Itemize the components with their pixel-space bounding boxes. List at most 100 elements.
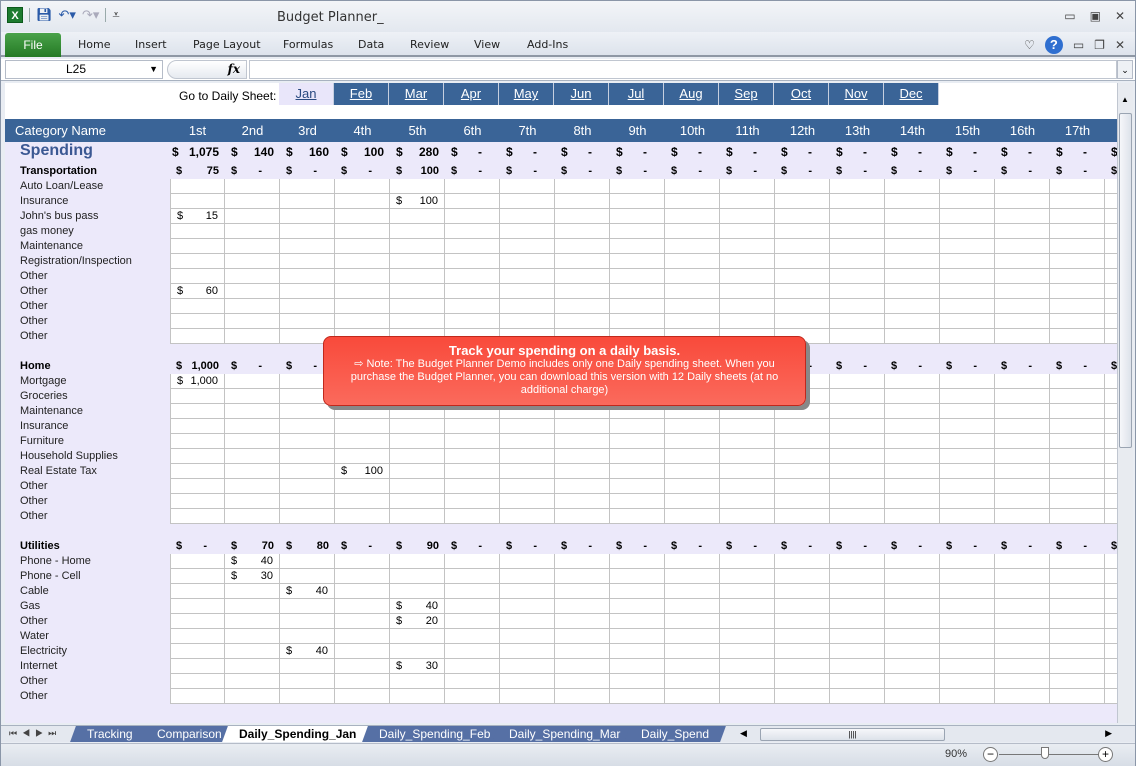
cell[interactable]: [940, 194, 995, 209]
goto-month-apr[interactable]: Apr: [444, 83, 499, 105]
goto-month-nov[interactable]: Nov: [829, 83, 884, 105]
cell[interactable]: [775, 224, 830, 239]
cell[interactable]: [335, 299, 390, 314]
cell[interactable]: [1105, 614, 1117, 629]
cell[interactable]: $-: [445, 539, 500, 554]
cell[interactable]: [280, 179, 335, 194]
cell[interactable]: [830, 614, 885, 629]
cell[interactable]: [555, 629, 610, 644]
cell[interactable]: [610, 419, 665, 434]
cell[interactable]: [280, 479, 335, 494]
cell[interactable]: $-: [555, 539, 610, 554]
cell[interactable]: [885, 584, 940, 599]
cell[interactable]: [170, 224, 225, 239]
cell[interactable]: [390, 239, 445, 254]
cell[interactable]: [775, 179, 830, 194]
cell[interactable]: [610, 509, 665, 524]
cell[interactable]: [445, 509, 500, 524]
cell[interactable]: [445, 299, 500, 314]
cell[interactable]: [555, 284, 610, 299]
cell[interactable]: [500, 509, 555, 524]
cell[interactable]: [335, 584, 390, 599]
cell[interactable]: [445, 179, 500, 194]
cell[interactable]: [665, 209, 720, 224]
cell[interactable]: [665, 554, 720, 569]
cell[interactable]: [390, 554, 445, 569]
cell[interactable]: [225, 299, 280, 314]
cell[interactable]: [555, 509, 610, 524]
cell[interactable]: [1105, 554, 1117, 569]
cell[interactable]: [830, 464, 885, 479]
cell[interactable]: [775, 644, 830, 659]
cell[interactable]: $-: [500, 164, 555, 179]
cell[interactable]: [1050, 689, 1105, 704]
cell[interactable]: [225, 374, 280, 389]
cell[interactable]: [610, 194, 665, 209]
cell[interactable]: [940, 389, 995, 404]
cell[interactable]: $20: [390, 614, 445, 629]
cell[interactable]: [610, 479, 665, 494]
goto-month-mar[interactable]: Mar: [389, 83, 444, 105]
cell[interactable]: [225, 674, 280, 689]
cell[interactable]: $-: [775, 144, 830, 159]
cell[interactable]: $-: [1050, 144, 1105, 159]
cell[interactable]: [995, 374, 1050, 389]
cell[interactable]: [335, 179, 390, 194]
cell[interactable]: [445, 449, 500, 464]
cell[interactable]: [720, 404, 775, 419]
cell[interactable]: [885, 239, 940, 254]
cell[interactable]: [225, 179, 280, 194]
workbook-close-icon[interactable]: ✕: [1115, 38, 1125, 52]
cell[interactable]: [500, 614, 555, 629]
cell[interactable]: [445, 569, 500, 584]
zoom-slider-thumb[interactable]: [1041, 747, 1049, 759]
cell[interactable]: [830, 449, 885, 464]
cell[interactable]: [1105, 254, 1117, 269]
cell[interactable]: [665, 194, 720, 209]
cell[interactable]: [995, 434, 1050, 449]
scroll-right-icon[interactable]: ▶: [1105, 728, 1112, 739]
cell[interactable]: $-: [995, 164, 1050, 179]
cell[interactable]: [720, 584, 775, 599]
cell[interactable]: $-: [445, 164, 500, 179]
cell[interactable]: [940, 479, 995, 494]
sheet-tab[interactable]: Daily_Spending_Mar: [492, 726, 638, 742]
cell[interactable]: $160: [280, 144, 335, 159]
cell[interactable]: [1050, 554, 1105, 569]
cell[interactable]: [995, 329, 1050, 344]
cell[interactable]: [335, 614, 390, 629]
cell[interactable]: [170, 194, 225, 209]
cell[interactable]: [885, 509, 940, 524]
cell[interactable]: [280, 449, 335, 464]
cell[interactable]: [1050, 389, 1105, 404]
cell[interactable]: [940, 509, 995, 524]
cell[interactable]: [170, 434, 225, 449]
cell[interactable]: [280, 659, 335, 674]
cell[interactable]: [885, 314, 940, 329]
cell[interactable]: [665, 614, 720, 629]
cell[interactable]: [445, 224, 500, 239]
cell[interactable]: $-: [775, 164, 830, 179]
zoom-slider-track[interactable]: [999, 754, 1099, 755]
cell[interactable]: $-: [1050, 539, 1105, 554]
cell[interactable]: [720, 464, 775, 479]
cell[interactable]: [995, 389, 1050, 404]
cell[interactable]: [170, 389, 225, 404]
cell[interactable]: [830, 224, 885, 239]
cell[interactable]: [1050, 584, 1105, 599]
cell[interactable]: [170, 629, 225, 644]
cell[interactable]: [720, 674, 775, 689]
cell[interactable]: [390, 284, 445, 299]
cell[interactable]: [665, 689, 720, 704]
cell[interactable]: [225, 599, 280, 614]
cell[interactable]: $-: [1105, 539, 1117, 554]
cell[interactable]: [940, 674, 995, 689]
cell[interactable]: [775, 284, 830, 299]
cell[interactable]: [1105, 449, 1117, 464]
cell[interactable]: [1050, 614, 1105, 629]
cell[interactable]: [940, 299, 995, 314]
cell[interactable]: [720, 614, 775, 629]
tab-home[interactable]: Home: [78, 38, 110, 51]
cell[interactable]: $-: [610, 164, 665, 179]
cell[interactable]: [280, 569, 335, 584]
